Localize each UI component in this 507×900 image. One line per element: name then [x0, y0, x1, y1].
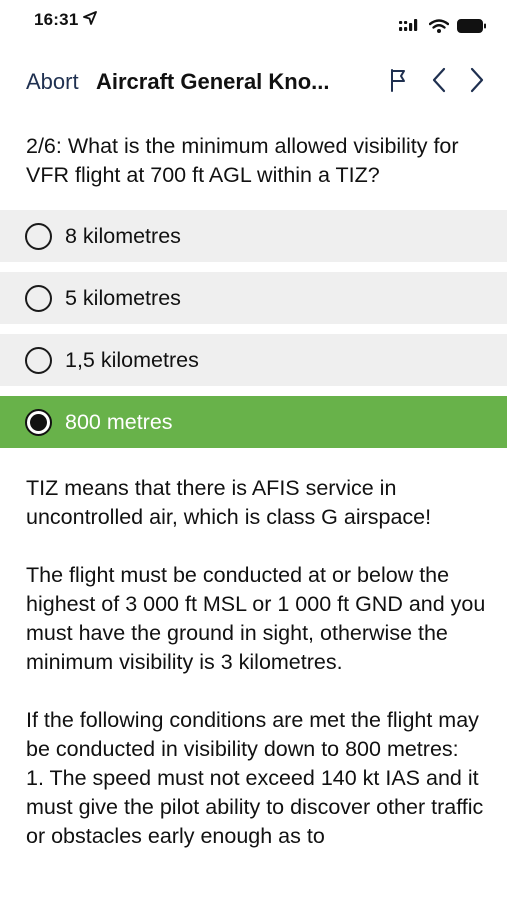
status-time-text: 16:31 [34, 10, 79, 29]
status-icons [399, 19, 487, 38]
flag-icon[interactable] [389, 67, 409, 98]
radio-button[interactable] [25, 223, 52, 250]
explanation-paragraph: TIZ means that there is AFIS service in … [26, 476, 432, 529]
status-time: 16:31 [34, 10, 98, 30]
chevron-right-icon[interactable] [469, 66, 485, 99]
explanation-paragraph: If the following conditions are met the … [26, 708, 479, 761]
wifi-icon [428, 19, 450, 38]
battery-icon [457, 19, 487, 38]
answer-option-label: 8 kilometres [65, 224, 181, 248]
status-bar: 16:31 [0, 0, 507, 44]
explanation-paragraph: The flight must be conducted at or below… [26, 563, 486, 674]
radio-button[interactable] [25, 285, 52, 312]
answer-option[interactable]: 5 kilometres [0, 272, 507, 324]
cellular-signal-icon [399, 19, 421, 38]
radio-button[interactable] [25, 347, 52, 374]
page-title: Aircraft General Kno... [96, 69, 330, 94]
answer-option-label: 800 metres [65, 410, 173, 434]
answer-option-selected[interactable]: 800 metres [0, 396, 507, 448]
abort-button[interactable]: Abort [26, 69, 79, 95]
navigation-bar: Abort Aircraft General Kno... [0, 58, 507, 104]
explanation-paragraph: 1. The speed must not exceed 140 kt IAS … [26, 766, 484, 848]
radio-button-selected[interactable] [25, 409, 52, 436]
answer-option-label: 5 kilometres [65, 286, 181, 310]
answer-explanation: TIZ means that there is AFIS service in … [26, 474, 488, 851]
question-text: 2/6: What is the minimum allowed visibil… [26, 134, 459, 187]
answer-option[interactable]: 1,5 kilometres [0, 334, 507, 386]
location-arrow-icon [83, 10, 98, 30]
answer-options: 8 kilometres 5 kilometres 1,5 kilometres… [0, 210, 507, 458]
nav-actions [389, 66, 485, 99]
chevron-left-icon[interactable] [431, 66, 447, 99]
answer-option-label: 1,5 kilometres [65, 348, 199, 372]
answer-option[interactable]: 8 kilometres [0, 210, 507, 262]
